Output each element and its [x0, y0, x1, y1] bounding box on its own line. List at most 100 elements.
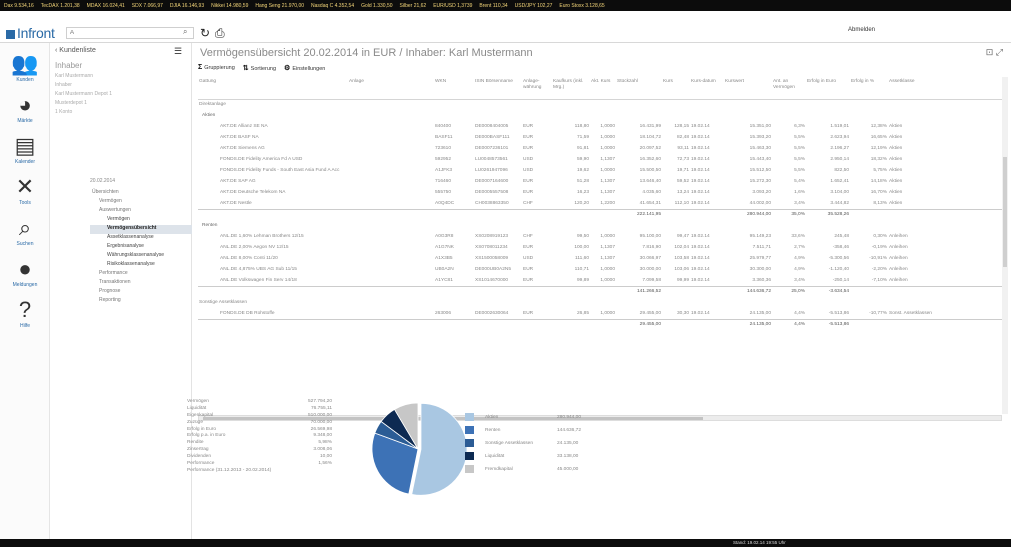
table-row[interactable]: ANL.DE 4,875% UBS AG Sub 11/15 UB0A2N DE00… [198, 264, 1002, 275]
refresh-icon[interactable]: ↻ [200, 26, 210, 40]
search-input[interactable] [66, 27, 194, 39]
column-header[interactable]: Kurs-datum [690, 77, 724, 100]
tree-item[interactable]: Vermögen [90, 198, 192, 207]
nav-item-search[interactable]: ⌕ Suchen [0, 215, 50, 247]
nav-item-calendar[interactable]: ▤ Kalender [0, 133, 50, 165]
table-cell: 2.950,14 [830, 157, 849, 162]
export-icon[interactable]: ⊡ [986, 47, 994, 57]
table-cell: 7.099,58 [642, 277, 661, 283]
table-row[interactable]: AKT.DE BASF NA BASF11 DE000BASF111 EUR 71,59… [198, 132, 1002, 143]
column-header[interactable]: Akt. Kurs [590, 77, 616, 100]
ticker-item[interactable]: Nasdaq C 4.352,54 [311, 3, 354, 9]
table-row[interactable]: FONDS.DE Fidelity America Fd A USD 592952… [198, 154, 1002, 165]
column-header[interactable]: Erfolg in % [850, 77, 888, 100]
ticker-item[interactable]: SDX 7.066,97 [132, 3, 163, 9]
logo-mark-icon [6, 30, 15, 39]
legend-item[interactable]: Liquidität 33.138,00 [465, 451, 605, 464]
column-header[interactable]: Gattung [198, 77, 348, 100]
column-header[interactable]: Kurs [662, 77, 690, 100]
ticker-item[interactable]: Gold 1.330,50 [361, 3, 392, 9]
table-row[interactable]: AKT.DE Nestle A0Q4DC CH0038863350 CHF 120,20… [198, 198, 1002, 209]
table-row[interactable]: FONDS.DE Fidelity Funds - South East Asi… [198, 165, 1002, 176]
table-cell: 102,04 [674, 245, 689, 250]
column-header[interactable]: Anlage [348, 77, 434, 100]
tree-item[interactable]: Performance [90, 270, 192, 279]
table-row[interactable]: FONDS.DE DB Rohstoffe 263006 DE0002630064 E… [198, 308, 1002, 319]
summary-value: 510.000,00 [307, 412, 332, 418]
column-header[interactable]: Stückzahl [616, 77, 662, 100]
nav-item-label: Meldungen [12, 282, 38, 288]
ticker-item[interactable]: Nikkei 14.980,59 [211, 3, 248, 9]
list-view-icon[interactable]: ☰ [174, 46, 182, 57]
table-cell [198, 208, 348, 220]
ticker-item[interactable]: Silber 21,62 [400, 3, 427, 9]
ticker-item[interactable]: Hang Seng 21.970,00 [255, 3, 304, 9]
table-row[interactable]: AKT.DE Deutsche Telekom NA 555750 DE000555… [198, 187, 1002, 198]
table-cell: DE0007164600 [475, 179, 509, 184]
page-title: Vermögensübersicht 20.02.2014 in EUR / I… [200, 47, 533, 59]
sortierung-button[interactable]: ⇅ Sortierung [243, 64, 276, 72]
nav-item-pie-chart[interactable]: ◕ Märkte [0, 92, 50, 124]
tree-item[interactable]: Assetklassenanalyse [90, 234, 192, 243]
table-row[interactable]: ANL.DE Volkswagen Fin Serv 14/18 A1YC81 XS… [198, 275, 1002, 286]
legend-item[interactable]: Renten 144.636,72 [465, 425, 605, 438]
table-row[interactable]: ANL.DE 8,00% Conti 11/20 A1X3B5 XS15000580… [198, 253, 1002, 264]
column-header[interactable]: Assetklasse [888, 77, 1002, 100]
ticker-item[interactable]: Dax 9.534,16 [4, 3, 34, 9]
legend-item[interactable]: Sonstige Assetklassen 24.135,00 [465, 438, 605, 451]
tree-item[interactable]: Reporting [90, 297, 192, 306]
ticker-item[interactable]: DJIA 16.146,93 [170, 3, 204, 9]
table-cell: 15.272,30 [749, 179, 771, 184]
column-header[interactable]: Ant. an Vermögen [772, 77, 806, 100]
tree-item[interactable]: Ergebnisanalyse [90, 243, 192, 252]
table-row[interactable]: AKT.DE Allianz SE NA 840400 DE0008404005 EU… [198, 121, 1002, 132]
column-header[interactable]: Anlage-währung [522, 77, 552, 100]
tree-item[interactable]: Vermögen [90, 216, 192, 225]
table-cell [590, 285, 616, 297]
tree-item[interactable]: Risikoklassenanalyse [90, 261, 192, 270]
logout-button[interactable]: Abmelden [848, 27, 875, 33]
table-cell: 16,23 [576, 190, 589, 195]
nav-item-alert[interactable]: ● Meldungen [0, 256, 50, 288]
nav-item-tools[interactable]: ✕ Tools [0, 174, 50, 206]
print-icon[interactable]: ⎙ [215, 26, 225, 41]
tree-item[interactable]: Übersichten [90, 189, 192, 198]
ticker-item[interactable]: TecDAX 1.201,38 [41, 3, 80, 9]
ticker-item[interactable]: MDAX 16.024,41 [87, 3, 125, 9]
app-logo[interactable]: Infront [6, 25, 55, 41]
column-header[interactable]: WKN [434, 77, 474, 100]
pie-slice-aktien[interactable] [411, 402, 468, 496]
table-row[interactable]: ANL.DE 1,60% Lehman Brothers 12/15 A0G3R8… [198, 231, 1002, 242]
nav-item-group[interactable]: 👥 Kunden [0, 51, 50, 83]
table-row[interactable]: ANL.DE 2,00% Aegon NV 12/15 A1G7NK XS07080… [198, 242, 1002, 253]
vertical-scroll-thumb[interactable] [1003, 157, 1007, 267]
fullscreen-icon[interactable]: ⤢ [996, 47, 1003, 57]
table-cell: EUR [523, 135, 534, 140]
table-row[interactable]: AKT.DE Siemens AG 723610 DE0007236101 EUR 91… [198, 143, 1002, 154]
search-icon[interactable]: ⌕ [183, 27, 187, 37]
tree-item[interactable]: Vermögensübersicht [90, 225, 192, 234]
ticker-item[interactable]: USD/JPY 102,27 [515, 3, 553, 9]
table-cell: 0,30% [873, 234, 887, 239]
column-header[interactable]: Kurswert [724, 77, 772, 100]
nav-item-help[interactable]: ? Hilfe [0, 297, 50, 329]
table-cell: XS1500058009 [475, 256, 509, 261]
table-row[interactable]: AKT.DE SAP AG 716460 DE0007164600 EUR 51,28 1… [198, 176, 1002, 187]
gruppierung-button[interactable]: Σ Gruppierung [198, 64, 235, 72]
legend-item[interactable]: Aktien 280.944,00 [465, 412, 605, 425]
vertical-scrollbar[interactable] [1002, 77, 1008, 414]
tree-item[interactable]: Prognose [90, 288, 192, 297]
tree-item[interactable]: Auswertungen [90, 207, 192, 216]
ticker-item[interactable]: Euro Stoxx 3.128,65 [559, 3, 604, 9]
legend-item[interactable]: Fremdkapital 45.000,00 [465, 464, 605, 477]
column-header[interactable]: Erfolg in Euro [806, 77, 850, 100]
back-to-client-list-link[interactable]: ‹ Kundenliste [55, 47, 96, 54]
ticker-item[interactable]: EUR/USD 1,3739 [433, 3, 472, 9]
tree-item[interactable]: Währungsklassenanalyse [90, 252, 192, 261]
column-header[interactable]: Kaufkurs (inkl. Mrg.) [552, 77, 590, 100]
ticker-item[interactable]: Brent 110,34 [479, 3, 507, 9]
einstellungen-button[interactable]: ⚙ Einstellungen [284, 64, 325, 72]
tree-item[interactable]: Transaktionen [90, 279, 192, 288]
column-header[interactable]: ISIN Börsenname [474, 77, 522, 100]
table-cell: USD [523, 168, 534, 173]
